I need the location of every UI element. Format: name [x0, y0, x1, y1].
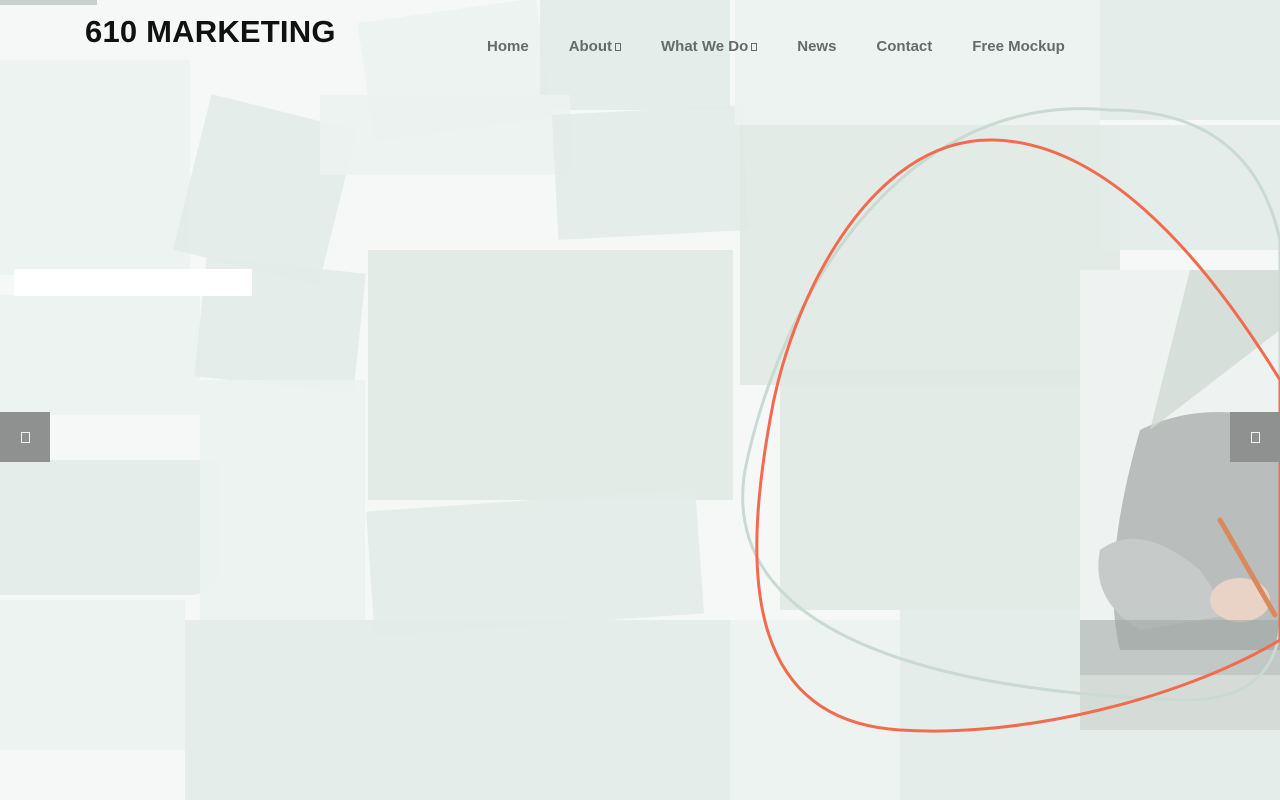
- nav-item-what-we-do[interactable]: What We Do: [661, 37, 758, 55]
- orange-triangle-loop: [755, 138, 1280, 733]
- nav-item-label: Contact: [876, 37, 933, 55]
- nav-item-about[interactable]: About: [568, 37, 622, 55]
- chevron-right-icon: [1250, 431, 1260, 443]
- hero-slider: 610 MARKETING Home About What We Do News…: [0, 0, 1280, 800]
- nav-item-free-mockup[interactable]: Free Mockup: [972, 38, 1065, 55]
- nav-item-contact[interactable]: Contact: [876, 38, 932, 55]
- chevron-down-icon: [751, 43, 758, 51]
- nav-item-news[interactable]: News: [797, 38, 836, 55]
- chevron-down-icon: [615, 43, 622, 51]
- sage-loop: [741, 107, 1280, 702]
- nav-item-label: What We Do: [661, 37, 749, 55]
- decorative-curves: [741, 107, 1280, 733]
- nav-item-home[interactable]: Home: [487, 38, 529, 55]
- site-logo[interactable]: 610 MARKETING: [85, 14, 336, 50]
- main-nav: Home About What We Do News Contact Free …: [487, 36, 1065, 56]
- nav-item-label: News: [797, 37, 837, 55]
- nav-item-label: Free Mockup: [972, 37, 1065, 55]
- chevron-left-icon: [20, 431, 30, 443]
- nav-item-label: About: [568, 37, 613, 55]
- slider-prev-button[interactable]: [0, 412, 50, 462]
- nav-item-label: Home: [487, 37, 529, 55]
- slider-next-button[interactable]: [1230, 412, 1280, 462]
